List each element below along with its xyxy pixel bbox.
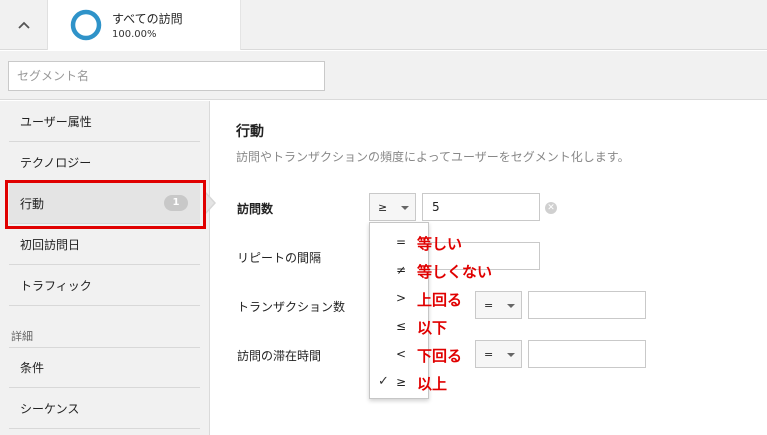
- sidebar-item-label: テクノロジー: [20, 155, 92, 170]
- filter-count-badge: 1: [164, 195, 188, 211]
- operator-value: =: [484, 348, 494, 361]
- sidebar-item-conditions[interactable]: 条件: [9, 347, 200, 388]
- annotation-equals: 等しい: [417, 235, 463, 253]
- session-duration-value-input[interactable]: [528, 340, 646, 368]
- sidebar-item-label: シーケンス: [20, 401, 80, 416]
- visits-label: 訪問数: [237, 202, 274, 216]
- segment-name-input[interactable]: [8, 61, 325, 91]
- chevron-down-icon: [507, 353, 515, 357]
- chevron-down-icon: [401, 206, 409, 210]
- annotation-not-equals: 等しくない: [417, 263, 493, 281]
- chevron-down-icon: [507, 304, 515, 308]
- operator-value: ≥: [378, 201, 388, 214]
- repeat-interval-label: リピートの間隔: [237, 251, 322, 265]
- transactions-operator-select[interactable]: =: [475, 291, 522, 319]
- sidebar-item-sequences[interactable]: シーケンス: [9, 388, 200, 429]
- annotation-greater-or-equal: 以上: [417, 375, 448, 393]
- collapse-button[interactable]: [0, 0, 48, 50]
- checkmark-icon: ✓: [378, 374, 389, 389]
- section-title: 行動: [236, 124, 264, 140]
- sidebar-item-first-visit-date[interactable]: 初回訪問日: [9, 224, 200, 265]
- segment-ring-icon: [70, 9, 102, 45]
- visits-operator-select[interactable]: ≥: [369, 193, 416, 221]
- section-description: 訪問やトランザクションの頻度によってユーザーをセグメント化します。: [236, 150, 630, 164]
- segment-header-bar: すべての訪問 100.00%: [0, 0, 767, 50]
- sidebar-item-behavior[interactable]: 行動 1: [9, 183, 200, 224]
- sidebar-item-label: 初回訪問日: [20, 237, 81, 252]
- option-symbol: <: [396, 347, 407, 361]
- option-symbol: >: [396, 291, 407, 305]
- segment-search-row: [0, 51, 767, 100]
- sidebar-item-technology[interactable]: テクノロジー: [9, 142, 200, 183]
- option-symbol: ≥: [396, 375, 407, 389]
- annotation-less-than: 下回る: [417, 347, 463, 365]
- segment-name: すべての訪問: [112, 12, 183, 26]
- visits-value: 5: [432, 200, 440, 214]
- sidebar-item-label: 行動: [20, 196, 45, 211]
- sidebar-item-demographics[interactable]: ユーザー属性: [9, 101, 200, 142]
- sidebar-section-advanced: 詳細: [11, 330, 33, 343]
- option-symbol: =: [396, 235, 407, 249]
- annotation-less-or-equal: 以下: [417, 319, 448, 337]
- chevron-up-icon: [17, 21, 30, 29]
- segment-percentage: 100.00%: [112, 29, 157, 40]
- visits-value-input[interactable]: 5: [422, 193, 540, 221]
- annotation-greater-than: 上回る: [417, 291, 463, 309]
- option-symbol: ≠: [396, 263, 407, 277]
- sidebar-item-label: トラフィック: [20, 278, 92, 293]
- sidebar-item-traffic[interactable]: トラフィック: [9, 265, 200, 306]
- clear-icon[interactable]: ✕: [545, 202, 557, 214]
- transactions-value-input[interactable]: [528, 291, 646, 319]
- session-duration-operator-select[interactable]: =: [475, 340, 522, 368]
- sidebar-item-label: ユーザー属性: [20, 114, 92, 129]
- session-duration-label: 訪問の滞在時間: [237, 349, 322, 363]
- sidebar-item-label: 条件: [20, 361, 45, 375]
- option-symbol: ≤: [396, 319, 407, 333]
- transactions-label: トランザクション数: [237, 300, 346, 314]
- segment-card[interactable]: すべての訪問 100.00%: [48, 0, 241, 50]
- operator-value: =: [484, 299, 494, 312]
